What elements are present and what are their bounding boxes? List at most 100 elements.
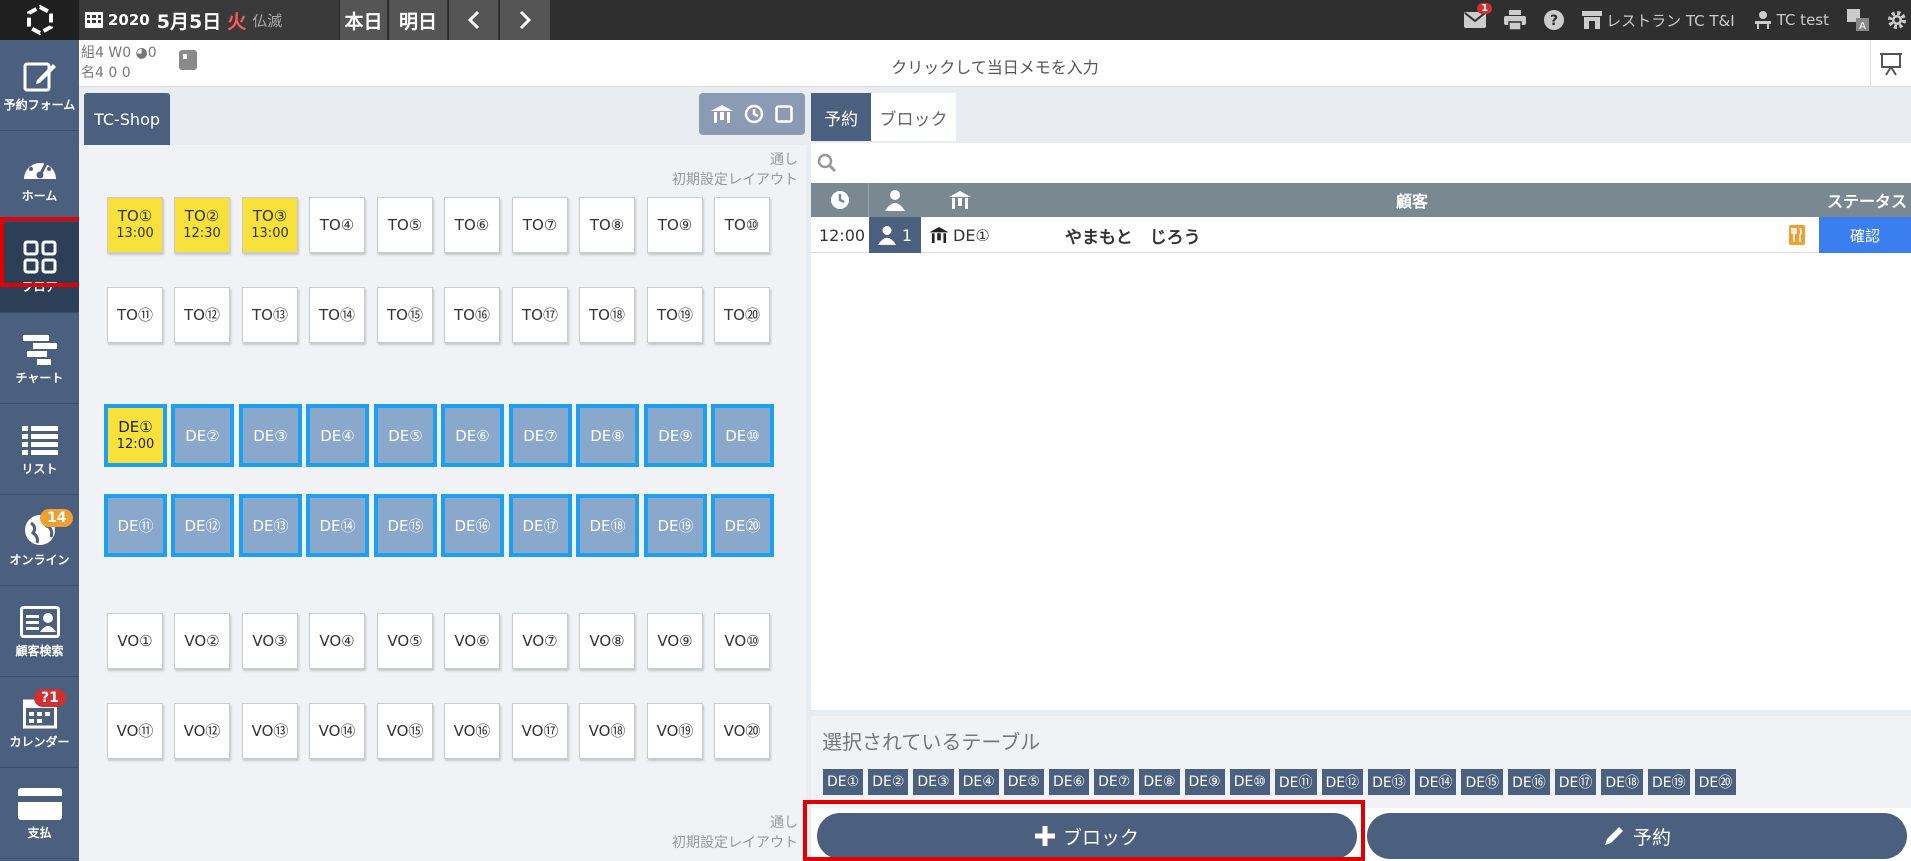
row-customer[interactable]: やまもと じろう [1065, 217, 1201, 253]
floor-table[interactable]: TO⑫ [174, 287, 230, 343]
floor-table[interactable]: TO⑯ [444, 287, 500, 343]
floor-table[interactable]: VO⑤ [377, 613, 433, 669]
floor-table[interactable]: VO⑥ [444, 613, 500, 669]
floor-table[interactable]: DE⑩ [711, 404, 774, 467]
tomorrow-button[interactable]: 明日 [388, 0, 447, 40]
floor-table[interactable]: VO⑳ [714, 703, 770, 759]
floor-table[interactable]: DE⑫ [171, 494, 234, 557]
selected-table-chip[interactable]: DE⑰ [1554, 769, 1597, 795]
selected-table-chip[interactable]: DE⑲ [1648, 769, 1690, 795]
floor-table[interactable]: VO⑪ [107, 703, 163, 759]
floor-table[interactable]: VO⑰ [512, 703, 568, 759]
floor-table[interactable]: VO⑯ [444, 703, 500, 759]
checkbox-icon[interactable] [775, 105, 794, 123]
sidebar-item-chart[interactable]: チャート [0, 313, 79, 404]
floor-table[interactable]: TO⑦ [512, 197, 568, 253]
floor-table[interactable]: TO⑭ [309, 287, 365, 343]
print-button[interactable] [1504, 10, 1527, 30]
floor-table[interactable]: TO① 13:00 [107, 197, 163, 253]
app-logo[interactable] [0, 0, 79, 40]
floor-table[interactable]: DE⑲ [644, 494, 707, 557]
prev-day-button[interactable] [448, 0, 498, 40]
floor-table[interactable]: VO⑬ [242, 703, 298, 759]
selected-table-chip[interactable]: DE⑫ [1321, 769, 1364, 795]
floor-table[interactable]: TO⑩ [714, 197, 770, 253]
date-display[interactable]: 2020 5月5日 火 仏滅 [79, 0, 339, 40]
user-menu[interactable]: TC test [1753, 11, 1829, 29]
floor-table[interactable]: DE⑥ [441, 404, 504, 467]
floor-table[interactable]: DE② [171, 404, 234, 467]
sidebar-item-home[interactable]: ホーム [0, 131, 79, 222]
floor-table[interactable]: TO④ [309, 197, 365, 253]
sidebar-item-calendar[interactable]: ?1 カレンダー [0, 677, 79, 768]
selected-table-chip[interactable]: DE⑱ [1601, 769, 1643, 795]
floor-table[interactable]: DE⑪ [104, 494, 167, 557]
tab-reservation[interactable]: 予約 [811, 93, 871, 141]
floor-table[interactable]: DE④ [306, 404, 369, 467]
floor-table[interactable]: DE⑭ [306, 494, 369, 557]
selected-table-chip[interactable]: DE⑯ [1508, 769, 1550, 795]
floor-table[interactable]: DE⑦ [509, 404, 572, 467]
selected-table-chip[interactable]: DE③ [913, 769, 954, 795]
selected-table-chip[interactable]: DE⑭ [1414, 769, 1457, 795]
floor-table[interactable]: DE⑨ [644, 404, 707, 467]
floor-table[interactable]: DE⑧ [576, 404, 639, 467]
selected-table-chip[interactable]: DE⑪ [1274, 769, 1317, 795]
tab-block[interactable]: ブロック [871, 93, 956, 141]
floor-table[interactable]: VO① [107, 613, 163, 669]
mail-button[interactable]: 1 [1464, 3, 1493, 28]
floor-table[interactable]: DE⑤ [374, 404, 437, 467]
settings-button[interactable] [1887, 10, 1907, 30]
selected-table-chip[interactable]: DE⑤ [1003, 769, 1044, 795]
floor-table[interactable]: TO③ 13:00 [242, 197, 298, 253]
sidebar-item-list[interactable]: リスト [0, 404, 79, 495]
restaurant-selector[interactable]: レストラン TC T&I [1582, 10, 1735, 31]
selected-table-chip[interactable]: DE⑩ [1229, 769, 1270, 795]
floor-table[interactable]: VO⑧ [579, 613, 635, 669]
add-block-button[interactable]: ブロック [817, 813, 1357, 859]
floor-table[interactable]: VO⑮ [377, 703, 433, 759]
sidebar-item-floor[interactable]: フロア [0, 222, 79, 313]
floor-table[interactable]: VO⑫ [174, 703, 230, 759]
add-reservation-button[interactable]: 予約 [1367, 813, 1907, 859]
help-button[interactable]: ? [1544, 10, 1565, 30]
status-button[interactable]: 確認 [1819, 217, 1911, 253]
floor-table[interactable]: VO⑩ [714, 613, 770, 669]
floor-table[interactable]: VO④ [309, 613, 365, 669]
floor-table[interactable]: DE⑬ [239, 494, 302, 557]
floor-table[interactable]: VO⑲ [647, 703, 703, 759]
next-day-button[interactable] [499, 0, 550, 40]
table-view-icon[interactable] [710, 105, 733, 123]
floor-table[interactable]: DE③ [239, 404, 302, 467]
sidebar-item-payment[interactable]: 支払 [0, 768, 79, 859]
floor-table[interactable]: TO⑱ [579, 287, 635, 343]
shop-tab[interactable]: TC-Shop [84, 93, 170, 145]
daily-memo-bar[interactable]: 組4 W0 ◕0 名4 0 0 クリックして当日メモを入力 [79, 40, 1911, 87]
language-button[interactable]: A [1847, 9, 1869, 31]
floor-table[interactable]: TO② 12:30 [174, 197, 230, 253]
clock-icon[interactable] [744, 104, 764, 124]
floor-table[interactable]: TO⑤ [377, 197, 433, 253]
selected-table-chip[interactable]: DE④ [958, 769, 999, 795]
search-row[interactable] [811, 143, 1911, 183]
floor-table[interactable]: TO⑬ [242, 287, 298, 343]
selected-table-chip[interactable]: DE⑳ [1694, 769, 1737, 795]
floor-table[interactable]: TO⑰ [512, 287, 568, 343]
floor-table[interactable]: VO⑱ [579, 703, 635, 759]
selected-table-chip[interactable]: DE⑮ [1461, 769, 1504, 795]
floor-table[interactable]: VO③ [242, 613, 298, 669]
floor-table[interactable]: DE⑱ [576, 494, 639, 557]
floor-table[interactable]: DE① 12:00 [104, 404, 167, 467]
selected-table-chip[interactable]: DE① [823, 769, 864, 795]
floor-table[interactable]: VO⑦ [512, 613, 568, 669]
floor-table[interactable]: DE⑰ [509, 494, 572, 557]
floor-table[interactable]: DE⑳ [711, 494, 774, 557]
memo-side-button[interactable] [1870, 40, 1911, 87]
selected-table-chip[interactable]: DE⑬ [1368, 769, 1410, 795]
selected-table-chip[interactable]: DE⑨ [1184, 769, 1225, 795]
floor-table[interactable]: TO⑳ [714, 287, 770, 343]
selected-table-chip[interactable]: DE② [868, 769, 909, 795]
table-row[interactable]: 12:00 1 DE① やまもと じろう 確認 [811, 217, 1911, 253]
floor-table[interactable]: TO⑮ [377, 287, 433, 343]
floor-table[interactable]: DE⑮ [374, 494, 437, 557]
